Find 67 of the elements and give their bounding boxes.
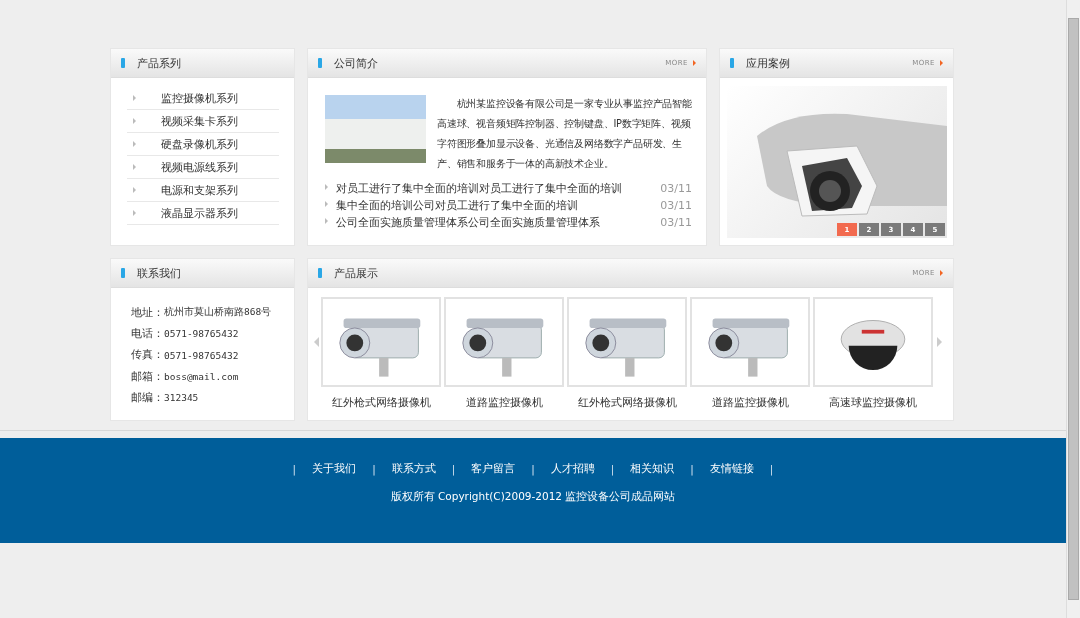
footer-link[interactable]: 相关知识: [630, 462, 675, 476]
header-bar-icon: [318, 58, 322, 68]
header-bar-icon: [318, 268, 322, 278]
footer-link[interactable]: 关于我们: [312, 462, 357, 476]
separator: |: [292, 463, 297, 475]
category-link[interactable]: 液晶显示器系列: [161, 205, 238, 221]
next-arrow-icon[interactable]: [937, 337, 942, 347]
product-caption[interactable]: 红外枪式网络摄像机: [577, 396, 677, 410]
contact-value: 0571-98765432: [164, 328, 239, 340]
news-link[interactable]: 集中全面的培训公司对员工进行了集中全面的培训: [336, 198, 578, 213]
contact-label: 邮箱：: [131, 369, 164, 384]
scrollbar[interactable]: [1066, 0, 1080, 618]
contact-label: 电话：: [131, 326, 164, 341]
company-intro-text: 杭州某监控设备有限公司是一家专业从事监控产品智能高速球、视音频矩阵控制器、控制键盘、IP数字矩阵、视频字符图形叠加显示设备、光通信及网络数字产品研发、生产、销售和服务于一体的高新技术企业。: [437, 97, 693, 171]
panel-title: 联系我们: [137, 265, 181, 281]
header-bar-icon: [730, 58, 734, 68]
separator: |: [610, 463, 615, 475]
bullet-icon: [325, 183, 328, 190]
product-caption[interactable]: 红外枪式网络摄像机: [331, 396, 431, 410]
panel-title: 应用案例: [746, 55, 790, 71]
category-link[interactable]: 视频采集卡系列: [161, 113, 238, 129]
footer-link[interactable]: 友情链接: [709, 462, 754, 476]
news-date: 03/11: [660, 199, 692, 212]
bullet-icon: [325, 200, 328, 207]
news-date: 03/11: [660, 216, 692, 229]
separator: |: [690, 463, 694, 475]
separator: |: [451, 463, 456, 475]
bullet-icon: [325, 217, 328, 224]
category-link[interactable]: 视频电源线系列: [161, 159, 238, 175]
contact-label: 传真：: [131, 348, 164, 363]
contact-value: 杭州市莫山桥南路868号: [164, 306, 272, 320]
camera-drawing: [840, 320, 906, 370]
panel-title: 产品展示: [334, 265, 378, 281]
separator: |: [769, 463, 774, 475]
news-link[interactable]: 公司全面实施质量管理体系公司全面实施质量管理体系: [336, 215, 600, 230]
contact-label: 地址：: [131, 305, 164, 320]
bullet-icon: [133, 118, 136, 124]
bullet-icon: [133, 210, 136, 216]
bullet-icon: [133, 95, 136, 101]
contact-value: 0571-98765432: [164, 349, 239, 361]
footer-link[interactable]: 联系方式: [391, 462, 436, 476]
product-caption[interactable]: 高速球监控摄像机: [829, 396, 917, 410]
product-caption[interactable]: 道路监控摄像机: [711, 396, 789, 410]
bullet-icon: [133, 141, 136, 147]
footer-link[interactable]: 客户留言: [471, 462, 516, 476]
panel-title: 公司简介: [334, 55, 378, 71]
news-date: 03/11: [660, 182, 692, 195]
footer-link[interactable]: 人才招聘: [550, 462, 595, 476]
arrow-icon: [940, 60, 943, 66]
arrow-icon: [693, 60, 696, 66]
contact-value: 312345: [164, 392, 199, 404]
separator: |: [531, 463, 535, 475]
separator: |: [372, 463, 376, 475]
category-link[interactable]: 硬盘录像机系列: [161, 136, 238, 152]
copyright-text: 版权所有 Copyright(C)2009-2012 监控设备公司成品网站: [390, 490, 676, 504]
product-caption[interactable]: 道路监控摄像机: [465, 396, 543, 410]
bullet-icon: [133, 164, 136, 170]
category-link[interactable]: 监控摄像机系列: [161, 90, 238, 106]
category-link[interactable]: 电源和支架系列: [161, 182, 238, 198]
news-link[interactable]: 对员工进行了集中全面的培训对员工进行了集中全面的培训: [336, 181, 622, 196]
contact-label: 邮编：: [131, 390, 164, 405]
arrow-icon: [940, 270, 943, 276]
header-bar-icon: [121, 268, 125, 278]
header-bar-icon: [121, 58, 125, 68]
panel-title: 产品系列: [137, 55, 181, 71]
bullet-icon: [133, 187, 136, 193]
contact-value: boss@mail.com: [164, 371, 239, 383]
